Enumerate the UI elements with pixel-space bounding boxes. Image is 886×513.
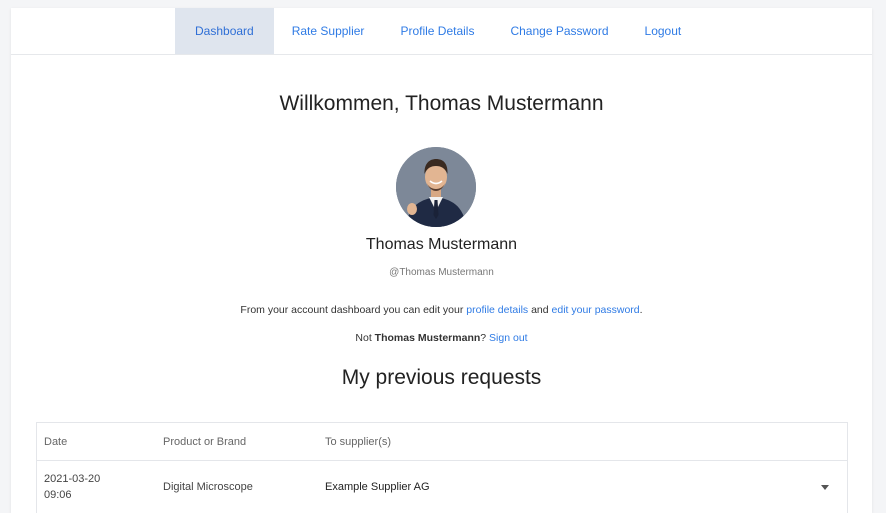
row-supplier: Example Supplier AG (325, 481, 430, 493)
nav-change-password[interactable]: Change Password (492, 8, 626, 54)
info-and: and (528, 304, 552, 316)
column-header-product: Product or Brand (163, 435, 247, 448)
row-date-time: 09:06 (44, 489, 72, 501)
column-header-supplier: To supplier(s) (325, 435, 392, 448)
account-info-text: From your account dashboard you can edit… (11, 304, 872, 316)
signout-text: Not Thomas Mustermann? Sign out (11, 332, 872, 344)
welcome-heading: Willkommen, Thomas Mustermann (279, 92, 604, 115)
table-row[interactable]: 2021-03-20 09:06 Digital Microscope Exam… (37, 461, 847, 513)
requests-table: Date Product or Brand To supplier(s) 202… (36, 422, 848, 513)
row-date-day: 2021-03-20 (44, 473, 101, 485)
row-date: 2021-03-20 09:06 (37, 471, 163, 503)
nav-items: Dashboard Rate Supplier Profile Details … (175, 8, 699, 54)
caret-down-icon[interactable] (805, 481, 845, 493)
signout-user-name: Thomas Mustermann (374, 332, 481, 344)
signout-question: ? (480, 332, 490, 344)
nav-rate-supplier[interactable]: Rate Supplier (274, 8, 383, 54)
nav-profile-details[interactable]: Profile Details (382, 8, 492, 54)
sign-out-link[interactable]: Sign out (489, 332, 528, 344)
avatar (396, 147, 476, 227)
nav-dashboard[interactable]: Dashboard (175, 8, 274, 54)
nav-logout[interactable]: Logout (627, 8, 700, 54)
row-product: Digital Microscope (163, 481, 253, 493)
requests-heading: My previous requests (341, 366, 542, 389)
profile-photo (396, 147, 476, 227)
table-header: Date Product or Brand To supplier(s) (37, 423, 847, 461)
info-suffix: . (639, 304, 643, 316)
info-prefix: From your account dashboard you can edit… (240, 304, 467, 316)
caret-down-glyph (821, 485, 829, 490)
profile-name: Thomas Mustermann (365, 236, 518, 253)
profile-handle: @Thomas Mustermann (389, 267, 494, 278)
column-header-date: Date (44, 435, 68, 448)
dashboard-card: Dashboard Rate Supplier Profile Details … (11, 8, 872, 513)
top-navigation: Dashboard Rate Supplier Profile Details … (11, 8, 872, 55)
edit-password-link[interactable]: edit your password (552, 304, 640, 316)
signout-prefix: Not (355, 332, 375, 344)
profile-details-link[interactable]: profile details (466, 304, 528, 316)
